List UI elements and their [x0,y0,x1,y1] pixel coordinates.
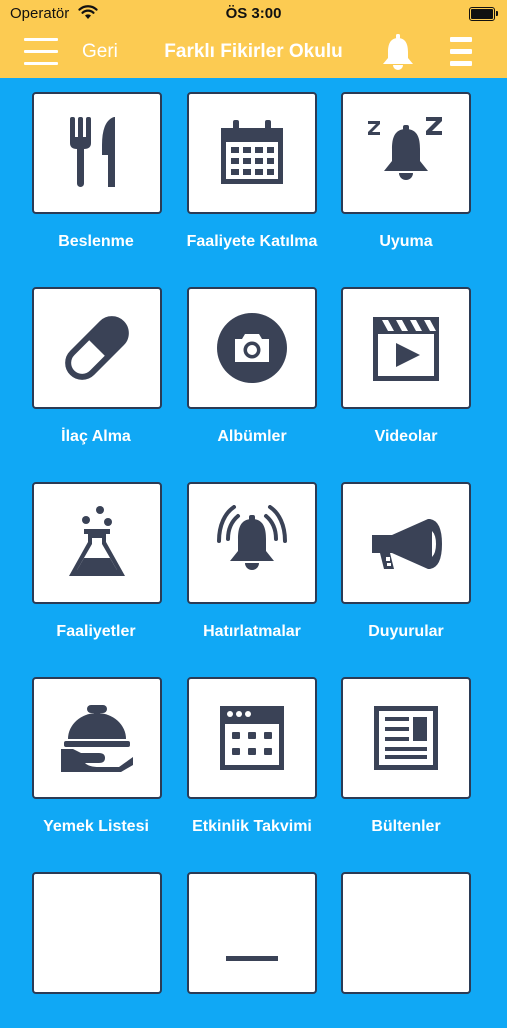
event-calendar-icon [220,706,284,770]
flask-icon [69,506,125,576]
nav-bar: Geri Farklı Fikirler Okulu [0,28,507,78]
tile-label: Bültenler [371,818,441,835]
tile-label: Videolar [374,428,438,445]
tile-label: Albümler [217,428,287,445]
tile-yemek-listesi[interactable] [32,677,162,799]
tile-hatirlatmalar[interactable] [187,482,317,604]
battery-icon [469,7,498,21]
tile-faaliyete-katilma[interactable] [187,92,317,214]
notification-bell-icon[interactable] [380,33,416,71]
video-icon [373,317,439,381]
sleep-bell-icon [368,117,442,180]
tile-label: Duyurular [368,623,444,640]
utensils-icon [70,117,115,187]
tile-beslenme[interactable] [32,92,162,214]
tile-label: Faaliyete Katılma [186,233,318,250]
tile-etkinlik-takvimi[interactable] [187,677,317,799]
page-title: Farklı Fikirler Okulu [164,41,343,62]
tile-label: İlaç Alma [61,428,131,445]
tile-ilac-alma[interactable] [32,287,162,409]
tile-label: Uyuma [379,233,433,250]
pill-icon [65,316,129,380]
tile-bultenler[interactable] [341,677,471,799]
tile-uyuma[interactable] [341,92,471,214]
clock: ÖS 3:00 [225,5,282,22]
tile-duyurular[interactable] [341,482,471,604]
more-menu-button[interactable] [450,37,472,69]
megaphone-icon [372,519,442,569]
tile-label: Yemek Listesi [43,818,149,835]
newsletter-icon [374,706,438,770]
tile-partial[interactable] [187,872,317,994]
status-bar: Operatör ÖS 3:00 [0,0,507,28]
food-tray-icon [61,705,133,772]
ringing-bell-icon [217,505,287,570]
tile-label: Hatırlatmalar [203,623,301,640]
more-icon [450,37,472,42]
tile-label: Faaliyetler [56,623,136,640]
calendar-icon [221,120,283,184]
camera-icon [217,313,287,383]
tile-label: Beslenme [58,233,134,250]
tile-albumler[interactable] [187,287,317,409]
tile-partial[interactable] [32,872,162,994]
tile-label: Etkinlik Takvimi [192,818,312,835]
tile-videolar[interactable] [341,287,471,409]
partial-icon [226,956,278,961]
tile-faaliyetler[interactable] [32,482,162,604]
tile-partial[interactable] [341,872,471,994]
